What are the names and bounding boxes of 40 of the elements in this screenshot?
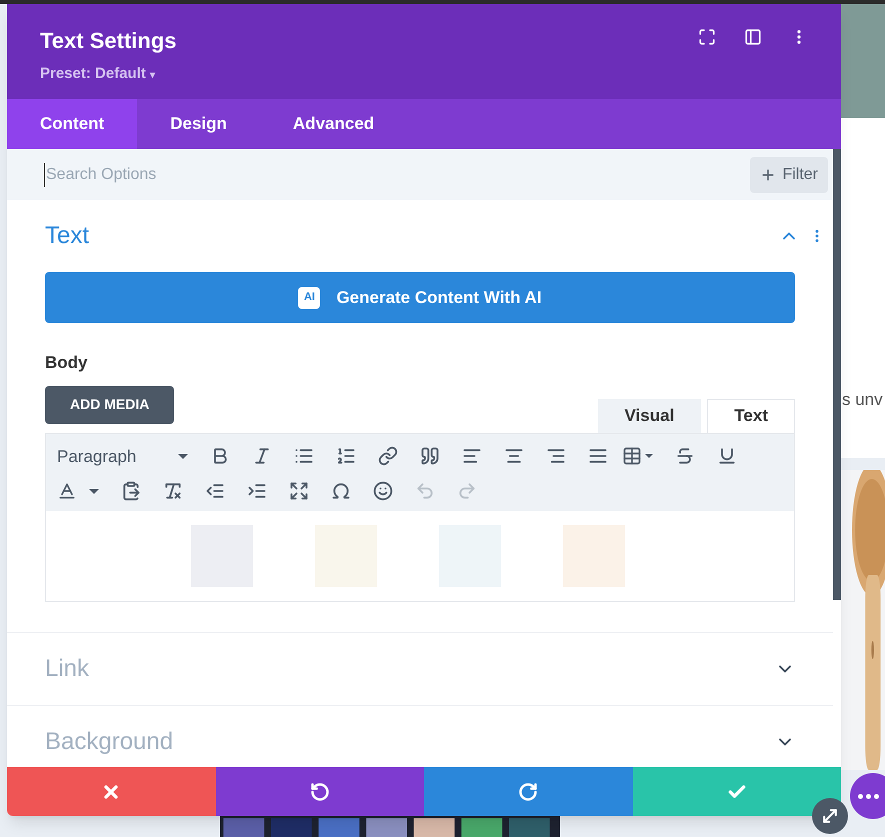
settings-tab[interactable]: Design (137, 99, 260, 149)
settings-tab[interactable]: Content (7, 99, 138, 149)
text-color-icon[interactable] (57, 481, 99, 501)
omega-icon[interactable] (331, 481, 351, 501)
add-media-button[interactable]: ADD MEDIA (45, 386, 174, 424)
smiley-icon[interactable] (373, 481, 393, 501)
resize-button[interactable] (812, 798, 848, 834)
ai-icon: AI (298, 286, 320, 308)
resize-icon (820, 806, 840, 826)
strikethrough-icon[interactable] (675, 446, 695, 466)
undo-icon (310, 782, 330, 802)
fullscreen-icon[interactable] (289, 481, 309, 501)
caret-icon (178, 454, 188, 459)
more-button[interactable] (850, 773, 885, 819)
page-text: s unv (842, 389, 883, 411)
filter-button[interactable]: Filter (750, 156, 828, 192)
underline-icon[interactable] (717, 446, 737, 466)
plus-icon (760, 166, 776, 182)
body-label: Body (45, 352, 88, 374)
clear-formatting-icon[interactable] (163, 481, 183, 501)
section-title[interactable]: Text (45, 218, 90, 254)
table-icon[interactable] (622, 446, 653, 466)
modal-title: Text Settings (40, 27, 177, 55)
numbered-list-icon[interactable] (336, 446, 356, 466)
link-icon[interactable] (378, 446, 398, 466)
format-dropdown[interactable]: Paragraph (57, 444, 188, 469)
preset-dropdown[interactable]: Preset: Default ▾ (40, 63, 177, 86)
scrollbar[interactable] (833, 149, 841, 600)
generate-ai-button[interactable]: AI Generate Content With AI (45, 272, 795, 323)
save-button[interactable] (632, 767, 841, 816)
quote-icon[interactable] (420, 446, 440, 466)
paste-text-icon[interactable] (121, 481, 141, 501)
search-field[interactable]: Search Options (44, 162, 344, 186)
split-view-icon[interactable] (744, 28, 762, 46)
fullscreen-icon[interactable] (698, 28, 716, 46)
editor-tab[interactable]: Text (707, 398, 795, 432)
redo-icon (518, 782, 538, 802)
editor-tab[interactable]: Visual (598, 398, 702, 432)
settings-tab[interactable]: Advanced (260, 99, 408, 149)
ellipsis-icon (858, 794, 879, 798)
